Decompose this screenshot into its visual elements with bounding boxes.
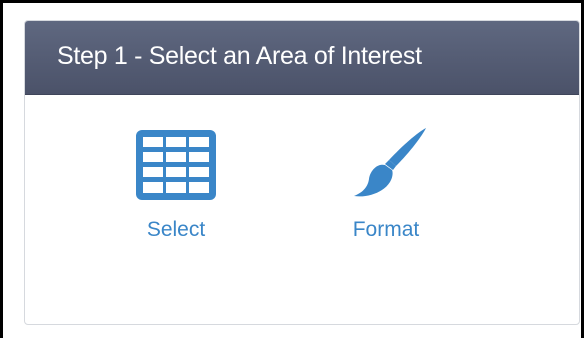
select-button[interactable]: Select <box>120 126 232 242</box>
step-panel: Step 1 - Select an Area of Interest <box>24 20 580 325</box>
panel-header: Step 1 - Select an Area of Interest <box>25 21 579 95</box>
format-button[interactable]: Format <box>330 126 442 242</box>
paintbrush-icon <box>354 128 426 197</box>
panel-title: Step 1 - Select an Area of Interest <box>57 42 422 70</box>
select-label: Select <box>146 218 206 241</box>
format-label: Format <box>352 218 420 241</box>
table-grid-icon <box>136 130 216 200</box>
